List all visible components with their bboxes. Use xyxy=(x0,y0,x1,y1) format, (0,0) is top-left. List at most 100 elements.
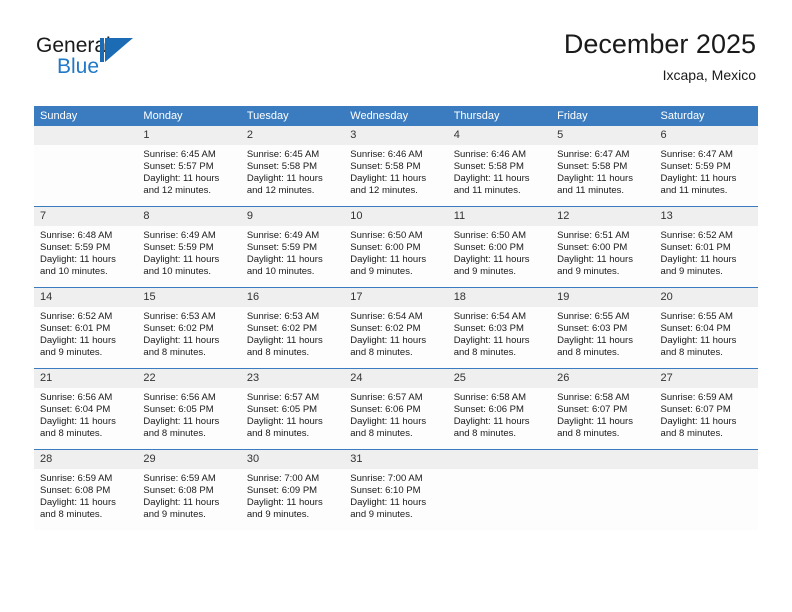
day-sun-info: Sunrise: 6:54 AM Sunset: 6:03 PM Daylight:… xyxy=(448,307,551,359)
calendar-table: Sunday Monday Tuesday Wednesday Thursday… xyxy=(34,106,758,530)
day-sun-info: Sunrise: 6:47 AM Sunset: 5:58 PM Daylight:… xyxy=(551,145,654,197)
day-number: 1 xyxy=(137,126,241,145)
calendar-week-row: 1 Sunrise: 6:45 AM Sunset: 5:57 PM Daylight… xyxy=(34,126,758,207)
daylight-text-line1: Daylight: 11 hours xyxy=(143,335,220,347)
daylight-text-line1: Daylight: 11 hours xyxy=(557,173,633,185)
calendar-day-cell xyxy=(447,449,552,530)
daylight-text-line1: Daylight: 11 hours xyxy=(453,335,530,347)
calendar-day-cell[interactable]: 9 Sunrise: 6:49 AM Sunset: 5:59 PM Daylight… xyxy=(240,206,345,288)
day-cell-content xyxy=(34,126,138,206)
calendar-day-cell[interactable]: 10 Sunrise: 6:50 AM Sunset: 6:00 PM Dayligh… xyxy=(344,206,448,288)
weekday-header-saturday: Saturday xyxy=(654,106,758,126)
day-cell-content: 4 Sunrise: 6:46 AM Sunset: 5:58 PM Daylight… xyxy=(447,126,552,206)
calendar-day-cell[interactable]: 13 Sunrise: 6:52 AM Sunset: 6:01 PM Dayligh… xyxy=(654,206,758,288)
daylight-text-line1: Daylight: 11 hours xyxy=(246,335,323,347)
daylight-text-line1: Daylight: 11 hours xyxy=(350,173,427,185)
calendar-day-cell[interactable]: 6 Sunrise: 6:47 AM Sunset: 5:59 PM Daylight… xyxy=(654,126,758,207)
calendar-day-cell[interactable]: 30 Sunrise: 7:00 AM Sunset: 6:09 PM Dayligh… xyxy=(240,449,345,530)
day-cell-content: 11 Sunrise: 6:50 AM Sunset: 6:00 PM Dayligh… xyxy=(447,207,552,287)
sunrise-text: Sunrise: 6:45 AM xyxy=(143,149,216,160)
day-sun-info: Sunrise: 6:55 AM Sunset: 6:03 PM Daylight:… xyxy=(551,307,654,359)
day-cell-content: 10 Sunrise: 6:50 AM Sunset: 6:00 PM Dayligh… xyxy=(344,207,448,287)
day-sun-info: Sunrise: 6:52 AM Sunset: 6:01 PM Daylight:… xyxy=(34,307,137,359)
day-cell-content: 23 Sunrise: 6:57 AM Sunset: 6:05 PM Dayligh… xyxy=(240,369,345,449)
day-cell-content: 31 Sunrise: 7:00 AM Sunset: 6:10 PM Dayligh… xyxy=(344,450,448,530)
sunset-text: Sunset: 5:58 PM xyxy=(557,161,628,173)
day-cell-content: 22 Sunrise: 6:56 AM Sunset: 6:05 PM Dayligh… xyxy=(137,369,241,449)
day-cell-content: 26 Sunrise: 6:58 AM Sunset: 6:07 PM Dayligh… xyxy=(551,369,655,449)
daylight-text-line1: Daylight: 11 hours xyxy=(453,254,530,266)
calendar-day-cell[interactable]: 3 Sunrise: 6:46 AM Sunset: 5:58 PM Daylight… xyxy=(344,126,448,207)
calendar-day-cell[interactable]: 11 Sunrise: 6:50 AM Sunset: 6:00 PM Dayligh… xyxy=(447,206,552,288)
daylight-text-line2: and 11 minutes. xyxy=(557,185,625,197)
day-number xyxy=(654,450,758,469)
calendar-day-cell[interactable]: 20 Sunrise: 6:55 AM Sunset: 6:04 PM Dayligh… xyxy=(654,287,758,369)
daylight-text-line2: and 8 minutes. xyxy=(246,428,310,440)
day-number xyxy=(34,126,138,145)
sunrise-text: Sunrise: 6:49 AM xyxy=(246,230,320,241)
daylight-text-line1: Daylight: 11 hours xyxy=(246,173,323,185)
calendar-day-cell[interactable]: 28 Sunrise: 6:59 AM Sunset: 6:08 PM Dayligh… xyxy=(34,449,138,530)
calendar-day-cell[interactable]: 19 Sunrise: 6:55 AM Sunset: 6:03 PM Dayligh… xyxy=(551,287,655,369)
day-sun-info: Sunrise: 6:45 AM Sunset: 5:57 PM Daylight:… xyxy=(137,145,240,197)
brand-logo[interactable]: General Blue xyxy=(36,34,216,80)
day-cell-content: 13 Sunrise: 6:52 AM Sunset: 6:01 PM Dayligh… xyxy=(654,207,758,287)
calendar-day-cell[interactable]: 7 Sunrise: 6:48 AM Sunset: 5:59 PM Daylight… xyxy=(34,206,138,288)
calendar-day-cell[interactable]: 27 Sunrise: 6:59 AM Sunset: 6:07 PM Dayligh… xyxy=(654,368,758,450)
daylight-text-line2: and 10 minutes. xyxy=(40,266,108,278)
sunrise-text: Sunrise: 6:47 AM xyxy=(557,149,630,160)
daylight-text-line1: Daylight: 11 hours xyxy=(40,335,116,347)
weekday-header-sunday: Sunday xyxy=(34,106,138,126)
day-cell-content: 21 Sunrise: 6:56 AM Sunset: 6:04 PM Dayligh… xyxy=(34,369,138,449)
calendar-day-cell[interactable]: 4 Sunrise: 6:46 AM Sunset: 5:58 PM Daylight… xyxy=(447,126,552,207)
daylight-text-line2: and 9 minutes. xyxy=(557,266,620,278)
day-cell-content: 1 Sunrise: 6:45 AM Sunset: 5:57 PM Daylight… xyxy=(137,126,241,206)
calendar-day-cell[interactable]: 22 Sunrise: 6:56 AM Sunset: 6:05 PM Dayligh… xyxy=(137,368,241,450)
day-cell-content: 2 Sunrise: 6:45 AM Sunset: 5:58 PM Daylight… xyxy=(240,126,345,206)
calendar-week-row: 14 Sunrise: 6:52 AM Sunset: 6:01 PM Dayligh… xyxy=(34,287,758,369)
calendar-day-cell[interactable]: 5 Sunrise: 6:47 AM Sunset: 5:58 PM Daylight… xyxy=(551,126,655,207)
day-cell-content: 6 Sunrise: 6:47 AM Sunset: 5:59 PM Daylight… xyxy=(654,126,758,206)
calendar-day-cell[interactable]: 26 Sunrise: 6:58 AM Sunset: 6:07 PM Dayligh… xyxy=(551,368,655,450)
sunset-text: Sunset: 6:01 PM xyxy=(660,242,731,254)
daylight-text-line2: and 12 minutes. xyxy=(143,185,212,197)
calendar-week-row: 28 Sunrise: 6:59 AM Sunset: 6:08 PM Dayligh… xyxy=(34,449,758,530)
day-sun-info: Sunrise: 6:49 AM Sunset: 5:59 PM Daylight:… xyxy=(241,226,344,278)
daylight-text-line2: and 12 minutes. xyxy=(350,185,418,197)
day-number: 29 xyxy=(137,450,241,469)
weekday-header-tuesday: Tuesday xyxy=(240,106,345,126)
triangle-logo-icon xyxy=(100,38,134,64)
calendar-day-cell[interactable]: 18 Sunrise: 6:54 AM Sunset: 6:03 PM Dayligh… xyxy=(447,287,552,369)
weekday-header-thursday: Thursday xyxy=(447,106,552,126)
sunset-text: Sunset: 6:00 PM xyxy=(453,242,524,254)
day-cell-content: 3 Sunrise: 6:46 AM Sunset: 5:58 PM Daylight… xyxy=(344,126,448,206)
calendar-day-cell[interactable]: 16 Sunrise: 6:53 AM Sunset: 6:02 PM Dayligh… xyxy=(240,287,345,369)
calendar-day-cell[interactable]: 14 Sunrise: 6:52 AM Sunset: 6:01 PM Dayligh… xyxy=(34,287,138,369)
calendar-day-cell[interactable]: 23 Sunrise: 6:57 AM Sunset: 6:05 PM Dayligh… xyxy=(240,368,345,450)
calendar-day-cell[interactable]: 12 Sunrise: 6:51 AM Sunset: 6:00 PM Dayligh… xyxy=(551,206,655,288)
calendar-day-cell[interactable]: 8 Sunrise: 6:49 AM Sunset: 5:59 PM Daylight… xyxy=(137,206,241,288)
sunset-text: Sunset: 6:05 PM xyxy=(143,404,214,416)
sunset-text: Sunset: 6:02 PM xyxy=(246,323,318,335)
sunrise-text: Sunrise: 6:51 AM xyxy=(557,230,630,241)
calendar-day-cell[interactable]: 24 Sunrise: 6:57 AM Sunset: 6:06 PM Dayligh… xyxy=(344,368,448,450)
calendar-day-cell[interactable]: 25 Sunrise: 6:58 AM Sunset: 6:06 PM Dayligh… xyxy=(447,368,552,450)
day-cell-content xyxy=(551,450,655,530)
calendar-day-cell[interactable]: 29 Sunrise: 6:59 AM Sunset: 6:08 PM Dayligh… xyxy=(137,449,241,530)
day-number: 12 xyxy=(551,207,655,226)
sunrise-text: Sunrise: 6:55 AM xyxy=(660,311,733,322)
day-sun-info: Sunrise: 6:56 AM Sunset: 6:05 PM Daylight:… xyxy=(137,388,240,440)
sunset-text: Sunset: 5:59 PM xyxy=(660,161,731,173)
sunset-text: Sunset: 6:04 PM xyxy=(40,404,111,416)
daylight-text-line1: Daylight: 11 hours xyxy=(350,416,427,428)
day-number: 10 xyxy=(344,207,448,226)
calendar-day-cell[interactable]: 21 Sunrise: 6:56 AM Sunset: 6:04 PM Dayligh… xyxy=(34,368,138,450)
calendar-day-cell[interactable]: 31 Sunrise: 7:00 AM Sunset: 6:10 PM Dayligh… xyxy=(344,449,448,530)
calendar-day-cell[interactable]: 17 Sunrise: 6:54 AM Sunset: 6:02 PM Dayligh… xyxy=(344,287,448,369)
calendar-day-cell[interactable]: 1 Sunrise: 6:45 AM Sunset: 5:57 PM Daylight… xyxy=(137,126,241,207)
weekday-header-monday: Monday xyxy=(137,106,241,126)
calendar-day-cell[interactable]: 15 Sunrise: 6:53 AM Sunset: 6:02 PM Dayligh… xyxy=(137,287,241,369)
daylight-text-line2: and 9 minutes. xyxy=(246,509,310,521)
sunrise-text: Sunrise: 6:52 AM xyxy=(40,311,113,322)
calendar-day-cell[interactable]: 2 Sunrise: 6:45 AM Sunset: 5:58 PM Daylight… xyxy=(240,126,345,207)
